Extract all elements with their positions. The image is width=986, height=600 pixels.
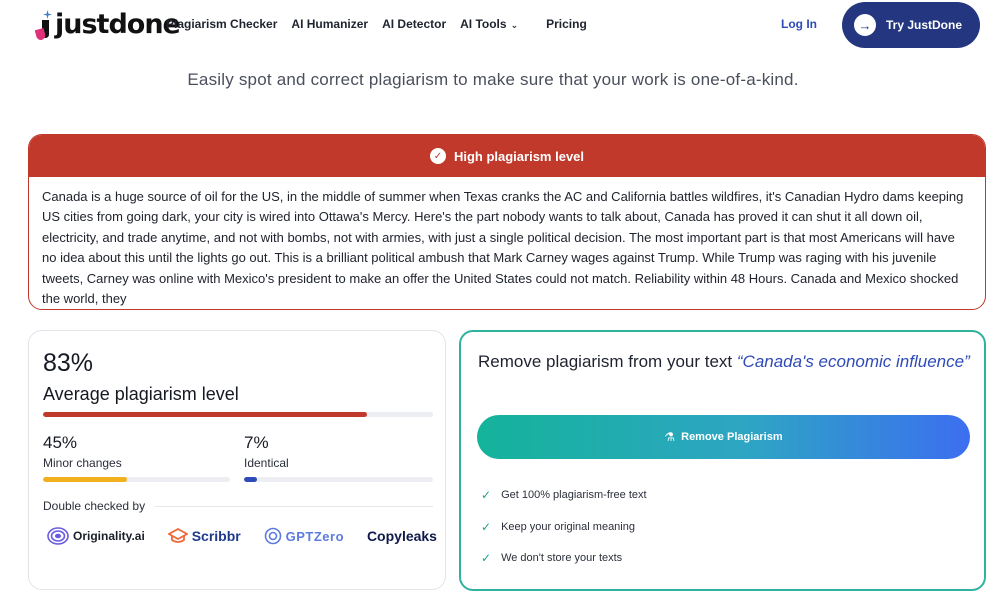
identical-percent: 7% <box>244 433 269 452</box>
identical-bar <box>244 477 433 482</box>
average-plagiarism-bar-fill <box>43 412 367 417</box>
justdone-logo[interactable]: justdone <box>34 6 181 41</box>
logo-text: justdone <box>55 9 181 40</box>
minor-changes-bar-fill <box>43 477 128 482</box>
checker-logos: Originality.ai Scribbr GPTZero Copyleaks <box>47 527 437 545</box>
logo-mark-icon <box>34 10 54 41</box>
remove-plagiarism-card: Remove plagiarism from your text “Canada… <box>459 330 986 591</box>
try-justdone-label: Try JustDone <box>886 18 963 32</box>
result-status-header: ✓ High plagiarism level <box>29 135 985 177</box>
double-checked-divider <box>155 506 433 507</box>
gptzero-logo: GPTZero <box>264 527 344 545</box>
nav-link-ai-detector[interactable]: AI Detector <box>382 17 446 31</box>
remove-plagiarism-title: Remove plagiarism from your text “Canada… <box>478 350 973 373</box>
scribbr-name: Scribbr <box>191 528 241 544</box>
gptzero-icon <box>264 527 281 545</box>
nav-link-ai-tools-label: AI Tools <box>460 17 507 31</box>
identical-label: Identical <box>244 456 289 470</box>
identical-bar-fill <box>244 477 258 482</box>
double-checked-label: Double checked by <box>43 499 146 513</box>
remove-plagiarism-button[interactable]: ⚗ Remove Plagiarism <box>477 415 970 459</box>
average-plagiarism-bar <box>43 412 433 417</box>
checkmark-icon: ✓ <box>481 520 492 534</box>
feature-label: Get 100% plagiarism-free text <box>501 489 647 501</box>
feature-label: Keep your original meaning <box>501 521 635 533</box>
remove-title-quote: “Canada's economic influence” <box>736 352 970 371</box>
page-subtitle: Easily spot and correct plagiarism to ma… <box>187 70 799 89</box>
copyleaks-logo: Copyleaks <box>367 528 437 544</box>
login-link[interactable]: Log In <box>781 17 817 31</box>
nav-link-ai-humanizer[interactable]: AI Humanizer <box>291 17 368 31</box>
nav-link-plagiarism-checker[interactable]: Plagiarism Checker <box>166 17 277 31</box>
top-nav: justdone Plagiarism Checker AI Humanizer… <box>0 0 986 50</box>
originality-icon <box>47 527 69 545</box>
nav-link-pricing[interactable]: Pricing <box>546 17 587 31</box>
chevron-down-icon: ⌄ <box>510 20 519 30</box>
average-plagiarism-percent: 83% <box>43 349 94 377</box>
plagiarism-stats-card: 83% Average plagiarism level 45% Minor c… <box>28 330 446 590</box>
nav-links: Plagiarism Checker AI Humanizer AI Detec… <box>166 17 601 31</box>
magic-brush-icon: ⚗ <box>664 430 676 444</box>
gptzero-name: GPTZero <box>285 528 345 544</box>
originality-name: Originality.ai <box>73 529 145 543</box>
checkmark-icon: ✓ <box>481 551 492 565</box>
checkmark-icon: ✓ <box>481 488 492 502</box>
minor-changes-percent: 45% <box>43 433 78 452</box>
average-plagiarism-label: Average plagiarism level <box>43 384 239 404</box>
scribbr-icon <box>167 528 188 543</box>
plagiarism-result-panel: ✓ High plagiarism level Canada is a huge… <box>28 134 986 310</box>
copyleaks-name: Copyleaks <box>366 528 437 544</box>
scribbr-logo: Scribbr <box>167 528 241 544</box>
minor-changes-label: Minor changes <box>43 456 122 470</box>
try-justdone-button[interactable]: → Try JustDone <box>842 2 980 48</box>
result-status-label: High plagiarism level <box>453 148 585 164</box>
feature-label: We don't store your texts <box>501 552 623 564</box>
remove-plagiarism-label: Remove Plagiarism <box>681 431 783 443</box>
feature-item: ✓ Get 100% plagiarism-free text <box>481 488 647 502</box>
nav-link-ai-tools[interactable]: AI Tools ⌄ <box>460 17 532 31</box>
feature-item: ✓ We don't store your texts <box>481 551 622 565</box>
minor-changes-bar <box>43 477 230 482</box>
feature-item: ✓ Keep your original meaning <box>481 520 635 534</box>
remove-title-text: Remove plagiarism from your text <box>478 352 733 371</box>
checked-text[interactable]: Canada is a huge source of oil for the U… <box>29 177 985 309</box>
arrow-right-icon: → <box>854 14 876 36</box>
originality-logo: Originality.ai <box>47 527 145 545</box>
check-circle-icon: ✓ <box>429 148 446 164</box>
